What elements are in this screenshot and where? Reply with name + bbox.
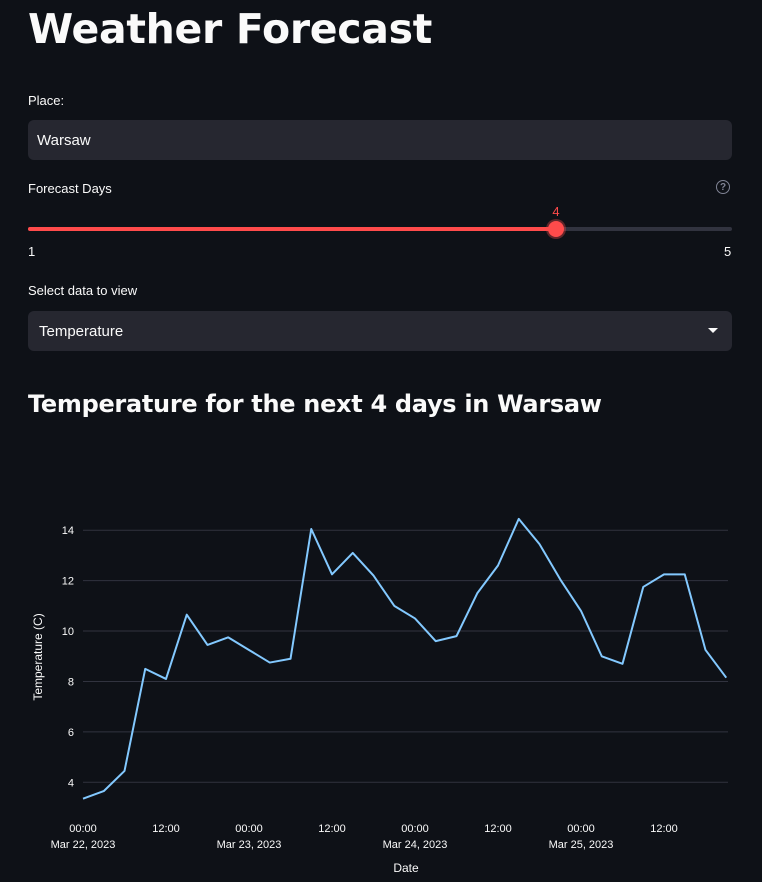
x-axis-ticks: 00:00 Mar 22, 2023 12:00 00:00 Mar 23, 2023 1… [51,823,678,851]
y-axis-label: Temperature (C) [31,613,45,700]
x-tick-time-label: 12:00 [650,823,678,835]
x-tick-time-label: 12:00 [318,823,346,835]
y-tick-label: 14 [62,525,74,537]
x-tick-time-label: 00:00 [69,823,97,835]
y-axis-ticks: 4 6 8 10 12 14 [62,525,74,789]
temperature-chart: 4 6 8 10 12 14 00:00 Mar 22, 2023 12:00 00:00 Mar… [31,517,728,875]
x-tick-date-label: Mar 24, 2023 [383,839,448,851]
x-tick-time-label: 00:00 [235,823,263,835]
x-axis-label: Date [393,861,419,875]
x-tick-date-label: Mar 22, 2023 [51,839,116,851]
x-tick-date-label: Mar 25, 2023 [549,839,614,851]
temperature-series-line [82,517,728,800]
y-tick-label: 6 [68,727,74,739]
x-tick-date-label: Mar 23, 2023 [217,839,282,851]
y-tick-label: 10 [62,626,74,638]
app-page: Weather Forecast Place: Warsaw Forecast … [0,0,762,882]
x-tick-time-label: 00:00 [567,823,595,835]
y-tick-label: 12 [62,576,74,588]
y-tick-label: 8 [68,676,74,688]
chart-grid [83,529,728,783]
x-tick-time-label: 00:00 [401,823,429,835]
y-tick-label: 4 [68,777,74,789]
x-tick-time-label: 12:00 [484,823,512,835]
x-tick-time-label: 12:00 [152,823,180,835]
